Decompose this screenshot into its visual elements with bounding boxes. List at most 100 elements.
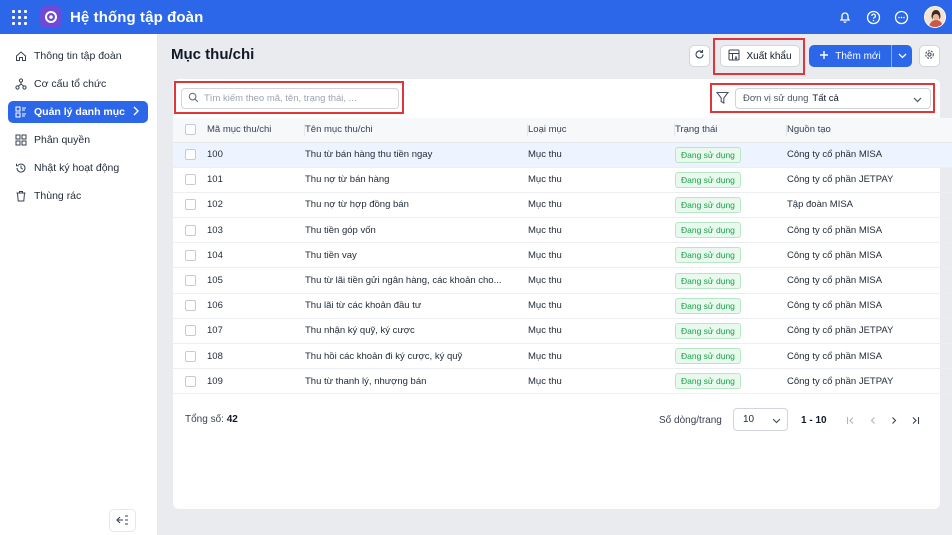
add-new-dropdown[interactable] — [892, 51, 912, 62]
sidebar-item-org-structure[interactable]: Cơ cấu tổ chức — [8, 73, 148, 95]
row-checkbox[interactable] — [185, 375, 196, 387]
sidebar-item-activity-log[interactable]: Nhật ký hoạt động — [8, 157, 148, 179]
cell-status: Đang sử dụng — [675, 242, 787, 269]
page-title: Mục thu/chi — [171, 46, 255, 63]
row-select-cell[interactable] — [173, 368, 207, 395]
cell-code: 103 — [207, 217, 305, 244]
highlight-export — [713, 38, 805, 75]
row-checkbox[interactable] — [185, 249, 196, 261]
cell-status: Đang sử dụng — [675, 343, 787, 370]
column-header[interactable]: Tên mục thu/chi — [304, 118, 528, 143]
sidebar-item-label: Nhật ký hoạt động — [34, 162, 120, 174]
row-select-cell[interactable] — [173, 142, 207, 168]
cell-type: Mục thu — [528, 242, 675, 269]
cell-type: Mục thu — [528, 192, 675, 219]
category-icon — [15, 106, 27, 118]
cell-source: Công ty cổ phần JETPAY — [787, 318, 952, 345]
cell-status: Đang sử dụng — [675, 142, 787, 168]
cell-code: 105 — [207, 267, 305, 294]
org-chart-icon — [15, 78, 27, 90]
user-avatar[interactable] — [924, 6, 946, 28]
row-select-cell[interactable] — [173, 343, 207, 370]
cell-code: 107 — [207, 318, 305, 345]
cell-type: Mục thu — [528, 142, 675, 168]
table-row[interactable]: 107 Thu nhận ký quỹ, ký cược Mục thu Đang s… — [173, 318, 952, 345]
help-icon[interactable] — [864, 8, 882, 26]
column-header-label: Tên mục thu/chi — [305, 124, 373, 136]
cell-code: 101 — [207, 167, 305, 193]
table-header-row: Mã mục thu/chi Tên mục thu/chi Loại mục … — [173, 118, 952, 143]
row-checkbox[interactable] — [185, 325, 196, 337]
sidebar-item-label: Phân quyền — [34, 134, 91, 146]
table-row[interactable]: 101 Thu nợ từ bán hàng Mục thu Đang sử dụng… — [173, 167, 952, 193]
row-select-cell[interactable] — [173, 242, 207, 269]
settings-button[interactable] — [919, 45, 940, 67]
app-title: Hệ thống tập đoàn — [70, 8, 204, 26]
sidebar-item-permissions[interactable]: Phân quyền — [8, 129, 148, 151]
column-header[interactable]: Loại mục — [527, 118, 675, 143]
next-page-icon[interactable] — [888, 413, 900, 427]
table-row[interactable]: 108 Thu hồi các khoản đi ký cược, ký quỹ M… — [173, 343, 952, 370]
column-header[interactable]: Trạng thái — [674, 118, 787, 143]
cell-code: 109 — [207, 368, 305, 395]
row-checkbox[interactable] — [185, 149, 196, 161]
trash-icon — [15, 190, 27, 202]
cell-type: Mục thu — [528, 293, 675, 319]
row-select-cell[interactable] — [173, 192, 207, 219]
chevron-down-icon — [772, 416, 781, 427]
table-row[interactable]: 109 Thu từ thanh lý, nhượng bán Mục thu Đan… — [173, 368, 952, 395]
more-icon[interactable] — [892, 8, 910, 26]
row-checkbox[interactable] — [185, 275, 196, 287]
select-all-cell[interactable] — [173, 118, 207, 143]
sidebar-item-trash[interactable]: Thùng rác — [8, 185, 148, 207]
table-row[interactable]: 103 Thu tiền góp vốn Mục thu Đang sử dụng Cô… — [173, 217, 952, 244]
cell-name: Thu từ thanh lý, nhượng bán — [305, 368, 528, 395]
cell-code: 104 — [207, 242, 305, 269]
row-select-cell[interactable] — [173, 267, 207, 294]
sidebar-item-category-management[interactable]: Quản lý danh mục — [8, 101, 148, 123]
refresh-icon — [694, 47, 705, 65]
collapse-sidebar-button[interactable] — [109, 509, 136, 532]
cell-code: 100 — [207, 142, 305, 168]
last-page-icon[interactable] — [909, 413, 921, 427]
column-header[interactable]: Nguồn tạo — [786, 118, 952, 143]
cell-status: Đang sử dụng — [675, 293, 787, 319]
status-badge: Đang sử dụng — [675, 222, 741, 239]
row-checkbox[interactable] — [185, 174, 196, 186]
row-checkbox[interactable] — [185, 300, 196, 312]
cell-status: Đang sử dụng — [675, 217, 787, 244]
history-icon — [15, 162, 27, 174]
row-checkbox[interactable] — [185, 224, 196, 236]
prev-page-icon[interactable] — [867, 413, 879, 427]
row-select-cell[interactable] — [173, 318, 207, 345]
table-row[interactable]: 100 Thu từ bán hàng thu tiền ngay Mục thu Đ… — [173, 142, 952, 168]
sidebar-item-group-info[interactable]: Thông tin tập đoàn — [8, 45, 148, 67]
column-header[interactable]: Mã mục thu/chi — [207, 118, 305, 143]
rows-per-page-select[interactable]: 10 — [733, 408, 788, 431]
table-row[interactable]: 104 Thu tiền vay Mục thu Đang sử dụng Công t… — [173, 242, 952, 269]
add-new-main[interactable]: Thêm mới — [809, 45, 892, 67]
chevron-down-icon — [898, 51, 907, 62]
cell-type: Mục thu — [528, 267, 675, 294]
table-row[interactable]: 106 Thu lãi từ các khoản đầu tư Mục thu Đan… — [173, 293, 952, 319]
row-checkbox[interactable] — [185, 350, 196, 362]
row-checkbox[interactable] — [185, 199, 196, 211]
cell-status: Đang sử dụng — [675, 167, 787, 193]
table-row[interactable]: 102 Thu nợ từ hợp đồng bán Mục thu Đang sử … — [173, 192, 952, 219]
row-select-cell[interactable] — [173, 167, 207, 193]
sidebar: Thông tin tập đoàn Cơ cấu tổ chức Quản l… — [0, 34, 158, 535]
cell-type: Mục thu — [528, 318, 675, 345]
first-page-icon[interactable] — [845, 413, 857, 427]
refresh-button[interactable] — [689, 45, 710, 67]
status-badge: Đang sử dụng — [675, 196, 741, 213]
row-select-cell[interactable] — [173, 217, 207, 244]
status-badge: Đang sử dụng — [675, 297, 741, 314]
row-select-cell[interactable] — [173, 293, 207, 319]
app-grid-icon[interactable] — [11, 9, 27, 25]
chevron-right-icon — [132, 106, 140, 119]
bell-icon[interactable] — [836, 8, 854, 26]
select-all-checkbox[interactable] — [185, 124, 196, 136]
cell-source: Công ty cổ phần MISA — [787, 217, 952, 244]
add-new-button[interactable]: Thêm mới — [809, 45, 912, 67]
table-row[interactable]: 105 Thu từ lãi tiền gửi ngân hàng, các kh… — [173, 267, 952, 294]
